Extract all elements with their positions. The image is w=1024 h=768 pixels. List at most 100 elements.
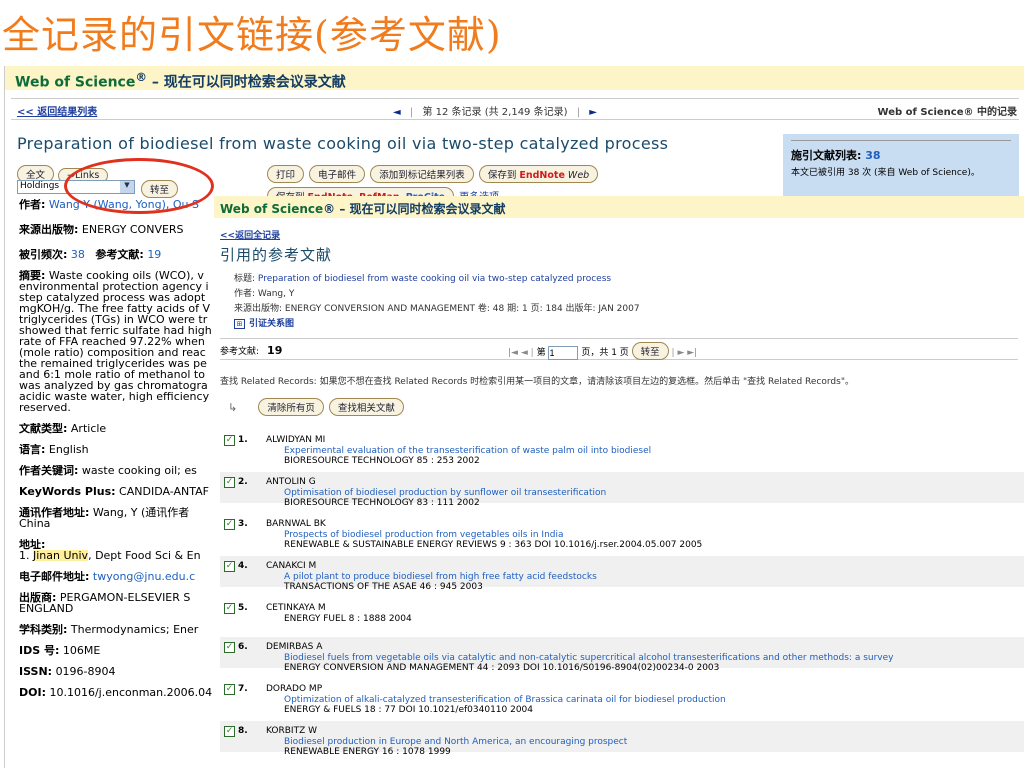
reference-source: TRANSACTIONS OF THE ASAE 46 : 945 2003 [284, 582, 483, 592]
reference-checkbox[interactable]: ✓ [224, 519, 235, 530]
reference-item: ✓ 6. DEMIRBAS A Biodiesel fuels from veg… [220, 637, 1024, 673]
reference-author: CANAKCI M [266, 561, 317, 571]
abstract-line: Waste cooking oils (WCO), v [48, 270, 204, 281]
reference-item: ✓ 1. ALWIDYAN MI Experimental evaluation… [220, 430, 1024, 466]
abstract-line: step catalyzed process was adopt [19, 292, 206, 303]
citing-count-link[interactable]: 38 [865, 149, 880, 162]
ids-label: IDS 号: [19, 645, 60, 656]
add-marked-list-button[interactable]: 添加到标记结果列表 [370, 165, 474, 183]
reference-checkbox[interactable]: ✓ [224, 726, 235, 737]
find-related-button[interactable]: 查找相关文献 [328, 398, 404, 416]
next-page-icon[interactable]: ► [677, 348, 684, 358]
reference-number: 2. [238, 477, 248, 487]
source-label: 来源出版物: [19, 224, 79, 235]
reference-checkbox[interactable]: ✓ [224, 435, 235, 446]
meta-title-link[interactable]: Preparation of biodiesel from waste cook… [258, 274, 611, 284]
reference-number: 7. [238, 684, 248, 694]
email-button[interactable]: 电子邮件 [309, 165, 366, 183]
times-cited-link[interactable]: 38 [71, 249, 85, 260]
reference-source: ENERGY & FUELS 18 : 77 DOI 10.1021/ef034… [284, 705, 534, 715]
citing-articles-box: 施引文献列表: 38 本文已被引用 38 次 (来自 Web of Scienc… [783, 134, 1019, 196]
record-navigator: ◄ | 第 12 条记录 (共 2,149 条记录) | ► [393, 107, 597, 118]
reference-checkbox[interactable]: ✓ [224, 603, 235, 614]
citation-map-icon[interactable]: ⊞ [234, 319, 245, 329]
reference-number: 4. [238, 561, 248, 571]
author-label: 作者: [19, 199, 46, 210]
clear-all-pages-button[interactable]: 清除所有页 [258, 398, 324, 416]
abstract-line: rate of FFA reached 97.22% when [19, 336, 205, 347]
doi-label: DOI: [19, 687, 46, 698]
save-label: 保存到 [487, 170, 517, 181]
web-label: Web [567, 170, 590, 181]
page-suffix: 页，共 1 页 [581, 348, 629, 358]
wos-records-label: Web of Science® 中的记录 [877, 107, 1017, 118]
pager-controls: |◄ ◄ | 第 页，共 1 页 转至 | ► ►| [508, 342, 697, 360]
record-fields: 作者: Wang Y (Wang, Yong), Ou S 来源出版物: ENE… [19, 199, 219, 698]
abstract-line: environmental protection agency i [19, 281, 209, 292]
page-number-input[interactable] [548, 345, 579, 360]
email-link[interactable]: twyong@jnu.edu.c [93, 571, 195, 582]
references-link[interactable]: 19 [147, 249, 161, 260]
reference-author: CETINKAYA M [266, 603, 326, 613]
refs-count-label: 参考文献: [220, 347, 260, 357]
wos-header-text: – 现在可以同时检索会议录文献 [335, 202, 506, 216]
reference-item: ✓ 4. CANAKCI M A pilot plant to produce … [220, 556, 1024, 592]
goto-page-button[interactable]: 转至 [631, 342, 669, 360]
doc-type-label: 文献类型: [19, 423, 68, 434]
prev-record-icon[interactable]: ◄ [393, 107, 401, 118]
abstract-line: was analyzed by gas chromatogra [19, 380, 208, 391]
reference-checkbox[interactable]: ✓ [224, 684, 235, 695]
back-to-full-record-link[interactable]: <<返回全记录 [220, 228, 280, 241]
last-page-icon[interactable]: ►| [687, 348, 697, 358]
subject-label: 学科类别: [19, 624, 68, 635]
prev-page-icon[interactable]: ◄ [521, 348, 528, 358]
abstract-line: the remained triglycerides was pe [19, 358, 207, 369]
address-highlight: Jinan Univ [33, 550, 89, 561]
registered-mark: ® [323, 202, 336, 216]
reference-checkbox[interactable]: ✓ [224, 561, 235, 572]
abstract-line: showed that ferric sulfate had high [19, 325, 212, 336]
reference-source: ENERGY FUEL 8 : 1888 2004 [284, 614, 412, 624]
reference-source: RENEWABLE & SUSTAINABLE ENERGY REVIEWS 9… [284, 540, 703, 550]
cited-references-window: Web of Science® – 现在可以同时检索会议录文献 <<返回全记录 … [214, 196, 1024, 768]
publisher-country: ENGLAND [19, 603, 74, 614]
ids-value: 106ME [62, 645, 101, 656]
corr-address-country: China [19, 518, 51, 529]
refs-count: 19 [267, 344, 283, 357]
selection-arrow-icon: ↳ [228, 401, 238, 414]
reference-source: RENEWABLE ENERGY 16 : 1078 1999 [284, 747, 451, 757]
email-label: 电子邮件地址: [19, 571, 90, 582]
record-position: 第 12 条记录 (共 2,149 条记录) [422, 107, 568, 118]
abstract-line: and 6:1 mole ratio of methanol to [19, 369, 205, 380]
wos-header-bar: Web of Science® – 现在可以同时检索会议录文献 [5, 66, 1024, 91]
issn-label: ISSN: [19, 666, 53, 677]
related-records-instructions: 查找 Related Records: 如果您不想在查找 Related Rec… [220, 377, 854, 387]
reference-item: ✓ 2. ANTOLIN G Optimisation of biodiesel… [220, 472, 1024, 508]
wos-header-bar: Web of Science® – 现在可以同时检索会议录文献 [214, 196, 1024, 218]
abstract-line: mgKOH/g. The free fatty acids of V [19, 303, 210, 314]
source-record-meta: 标题: Preparation of biodiesel from waste … [234, 272, 640, 332]
corr-address-value: Wang, Y (通讯作者 [92, 507, 190, 518]
abstract-line: acidic waste water, high efficiency [19, 391, 210, 402]
reference-checkbox[interactable]: ✓ [224, 477, 235, 488]
abstract-label: 摘要: [19, 270, 46, 281]
reference-item: ✓ 5. CETINKAYA M ENERGY FUEL 8 : 1888 20… [220, 598, 1024, 629]
source-value: ENERGY CONVERS [81, 224, 184, 235]
abstract-line: (mole ratio) composition and reac [19, 347, 206, 358]
save-endnote-web-button[interactable]: 保存到 EndNote Web [478, 165, 599, 183]
citing-text: 本文已被引用 38 次 (来自 Web of Science)。 [791, 168, 980, 178]
meta-author: 作者: Wang, Y [234, 289, 295, 299]
print-button[interactable]: 打印 [267, 165, 305, 183]
reference-author: ALWIDYAN MI [266, 435, 326, 445]
reference-source: ENERGY CONVERSION AND MANAGEMENT 44 : 20… [284, 663, 720, 673]
reference-author: DORADO MP [266, 684, 323, 694]
citation-map-link[interactable]: 引证关系图 [249, 319, 294, 329]
language-value: English [48, 444, 89, 455]
reference-checkbox[interactable]: ✓ [224, 642, 235, 653]
next-record-icon[interactable]: ► [589, 107, 597, 118]
back-to-results-link[interactable]: << 返回结果列表 [17, 103, 97, 118]
meta-source: 来源出版物: ENERGY CONVERSION AND MANAGEMENT … [234, 304, 640, 314]
record-title: Preparation of biodiesel from waste cook… [17, 134, 669, 153]
reference-number: 8. [238, 726, 248, 736]
first-page-icon[interactable]: |◄ [508, 348, 518, 358]
